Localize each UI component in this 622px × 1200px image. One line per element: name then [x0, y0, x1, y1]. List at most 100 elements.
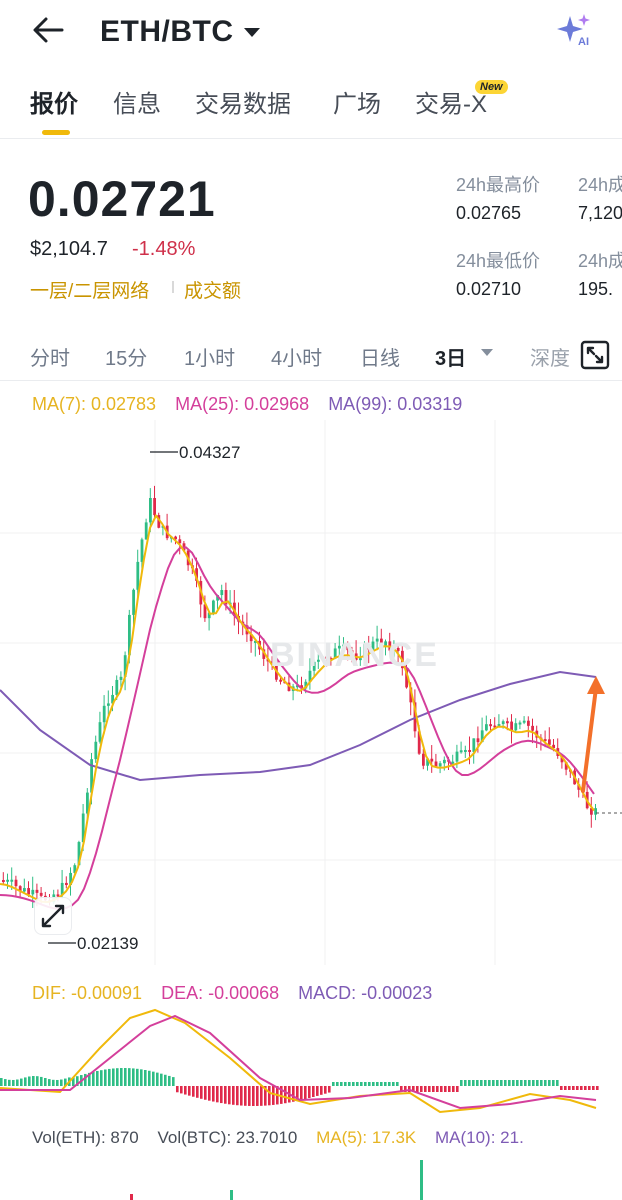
candle-body [115, 679, 119, 695]
candle-body [35, 889, 39, 893]
candle-body [501, 721, 505, 725]
volume-legend: Vol(ETH): 870 Vol(BTC): 23.7010 MA(5): 1… [32, 1128, 538, 1148]
vol-ma5-value: MA(5): 17.3K [316, 1128, 417, 1147]
candle-body [434, 761, 438, 767]
candle-body [527, 720, 530, 726]
macd-bar [352, 1082, 355, 1086]
macd-bar [460, 1080, 463, 1086]
macd-bar [512, 1080, 515, 1086]
macd-bar [84, 1073, 87, 1086]
candle-body [98, 722, 102, 742]
macd-bar [576, 1086, 579, 1090]
macd-bar [140, 1069, 143, 1086]
candle-body [31, 889, 35, 895]
volume-tag[interactable]: 成交额 [184, 276, 241, 303]
macd-bar [92, 1071, 95, 1086]
dea-value: DEA: -0.00068 [161, 983, 280, 1003]
macd-bar [0, 1078, 3, 1086]
macd-bar [476, 1080, 479, 1086]
candle-body [459, 750, 463, 753]
candle-body [510, 721, 513, 731]
macd-bar [232, 1086, 235, 1105]
tab-info[interactable]: 信息 [113, 84, 161, 119]
macd-bar [440, 1086, 443, 1092]
candle-body [94, 741, 98, 760]
candle-body [27, 888, 30, 895]
macd-bar [156, 1072, 159, 1086]
back-arrow-icon[interactable] [28, 14, 68, 46]
macd-bar [240, 1086, 243, 1106]
candle-body [2, 880, 5, 882]
macd-bar [416, 1086, 419, 1092]
macd-bar [272, 1086, 275, 1105]
vol-btc-value: Vol(BTC): 23.7010 [157, 1128, 298, 1147]
macd-bar [304, 1086, 307, 1100]
interval-timeline[interactable]: 分时 [30, 342, 70, 371]
interval-depth[interactable]: 深度 [530, 342, 570, 371]
pair-selector[interactable]: ETH/BTC [100, 12, 260, 52]
ma99-line [0, 670, 597, 782]
ma99-value: MA(99): 0.03319 [328, 394, 463, 414]
macd-bar [192, 1086, 195, 1097]
macd-legend: DIF: -0.00091 DEA: -0.00068 MACD: -0.000… [32, 983, 446, 1004]
macd-bar [340, 1082, 343, 1086]
interval-1h[interactable]: 1小时 [184, 342, 235, 371]
candle-body [422, 753, 425, 766]
fit-chart-icon[interactable] [34, 897, 72, 935]
macd-bar [120, 1068, 123, 1086]
interval-4h[interactable]: 4小时 [271, 342, 322, 371]
macd-bar [268, 1086, 271, 1106]
macd-bar [176, 1086, 179, 1093]
price-change-percent: -1.48% [132, 238, 196, 260]
macd-bar [252, 1086, 255, 1106]
pair-title: ETH/BTC [100, 15, 234, 48]
interval-1d[interactable]: 日线 [360, 342, 400, 371]
candle-body [220, 590, 224, 596]
macd-bar [428, 1086, 431, 1092]
macd-bar [336, 1082, 339, 1086]
macd-bar [488, 1080, 491, 1086]
candle-body [438, 763, 442, 767]
candle-body [455, 751, 459, 762]
macd-bar [432, 1086, 435, 1092]
macd-bar [368, 1082, 371, 1086]
candle-body [279, 679, 282, 682]
tab-trading-data[interactable]: 交易数据 [195, 84, 291, 119]
macd-bar [556, 1080, 559, 1086]
macd-bar [532, 1080, 535, 1086]
interval-15m[interactable]: 15分 [105, 342, 147, 371]
macd-bar [596, 1086, 599, 1090]
candle-body [472, 738, 476, 752]
interval-3d[interactable]: 3日 [435, 342, 466, 371]
interval-dropdown-icon[interactable] [481, 349, 493, 356]
ai-sparkle-icon[interactable]: AI [554, 12, 594, 48]
volume-value-base: 7,120 [578, 203, 622, 223]
macd-bar [376, 1082, 379, 1086]
chart-low-label: 0.02139 [77, 934, 138, 953]
macd-bar [56, 1079, 59, 1086]
watermark-logo: BINANCE [270, 636, 439, 674]
low-label: 24h最低价 [456, 251, 541, 271]
candle-body [144, 522, 148, 540]
candle-body [6, 879, 9, 882]
macd-bar [204, 1086, 207, 1100]
macd-chart[interactable] [0, 1008, 622, 1124]
tab-quote[interactable]: 报价 [30, 84, 78, 119]
new-badge: New [475, 80, 508, 94]
macd-bar [524, 1080, 527, 1086]
ma7-value: MA(7): 0.02783 [32, 394, 157, 414]
candle-body [153, 498, 156, 516]
macd-bar [484, 1080, 487, 1086]
macd-bar [188, 1086, 191, 1096]
macd-bar [344, 1082, 347, 1086]
candle-body [132, 589, 135, 615]
network-tag[interactable]: 一层/二层网络 [30, 276, 149, 303]
fullscreen-icon[interactable] [580, 340, 610, 370]
macd-bar [444, 1086, 447, 1092]
vol-ma10-value: MA(10): 21. [434, 1128, 524, 1147]
macd-bar [260, 1086, 263, 1106]
macd-bar [244, 1086, 247, 1106]
candlestick-chart[interactable]: 0.04327 0.02139 [0, 420, 622, 980]
tab-square[interactable]: 广场 [333, 84, 381, 119]
macd-bar [148, 1070, 151, 1086]
